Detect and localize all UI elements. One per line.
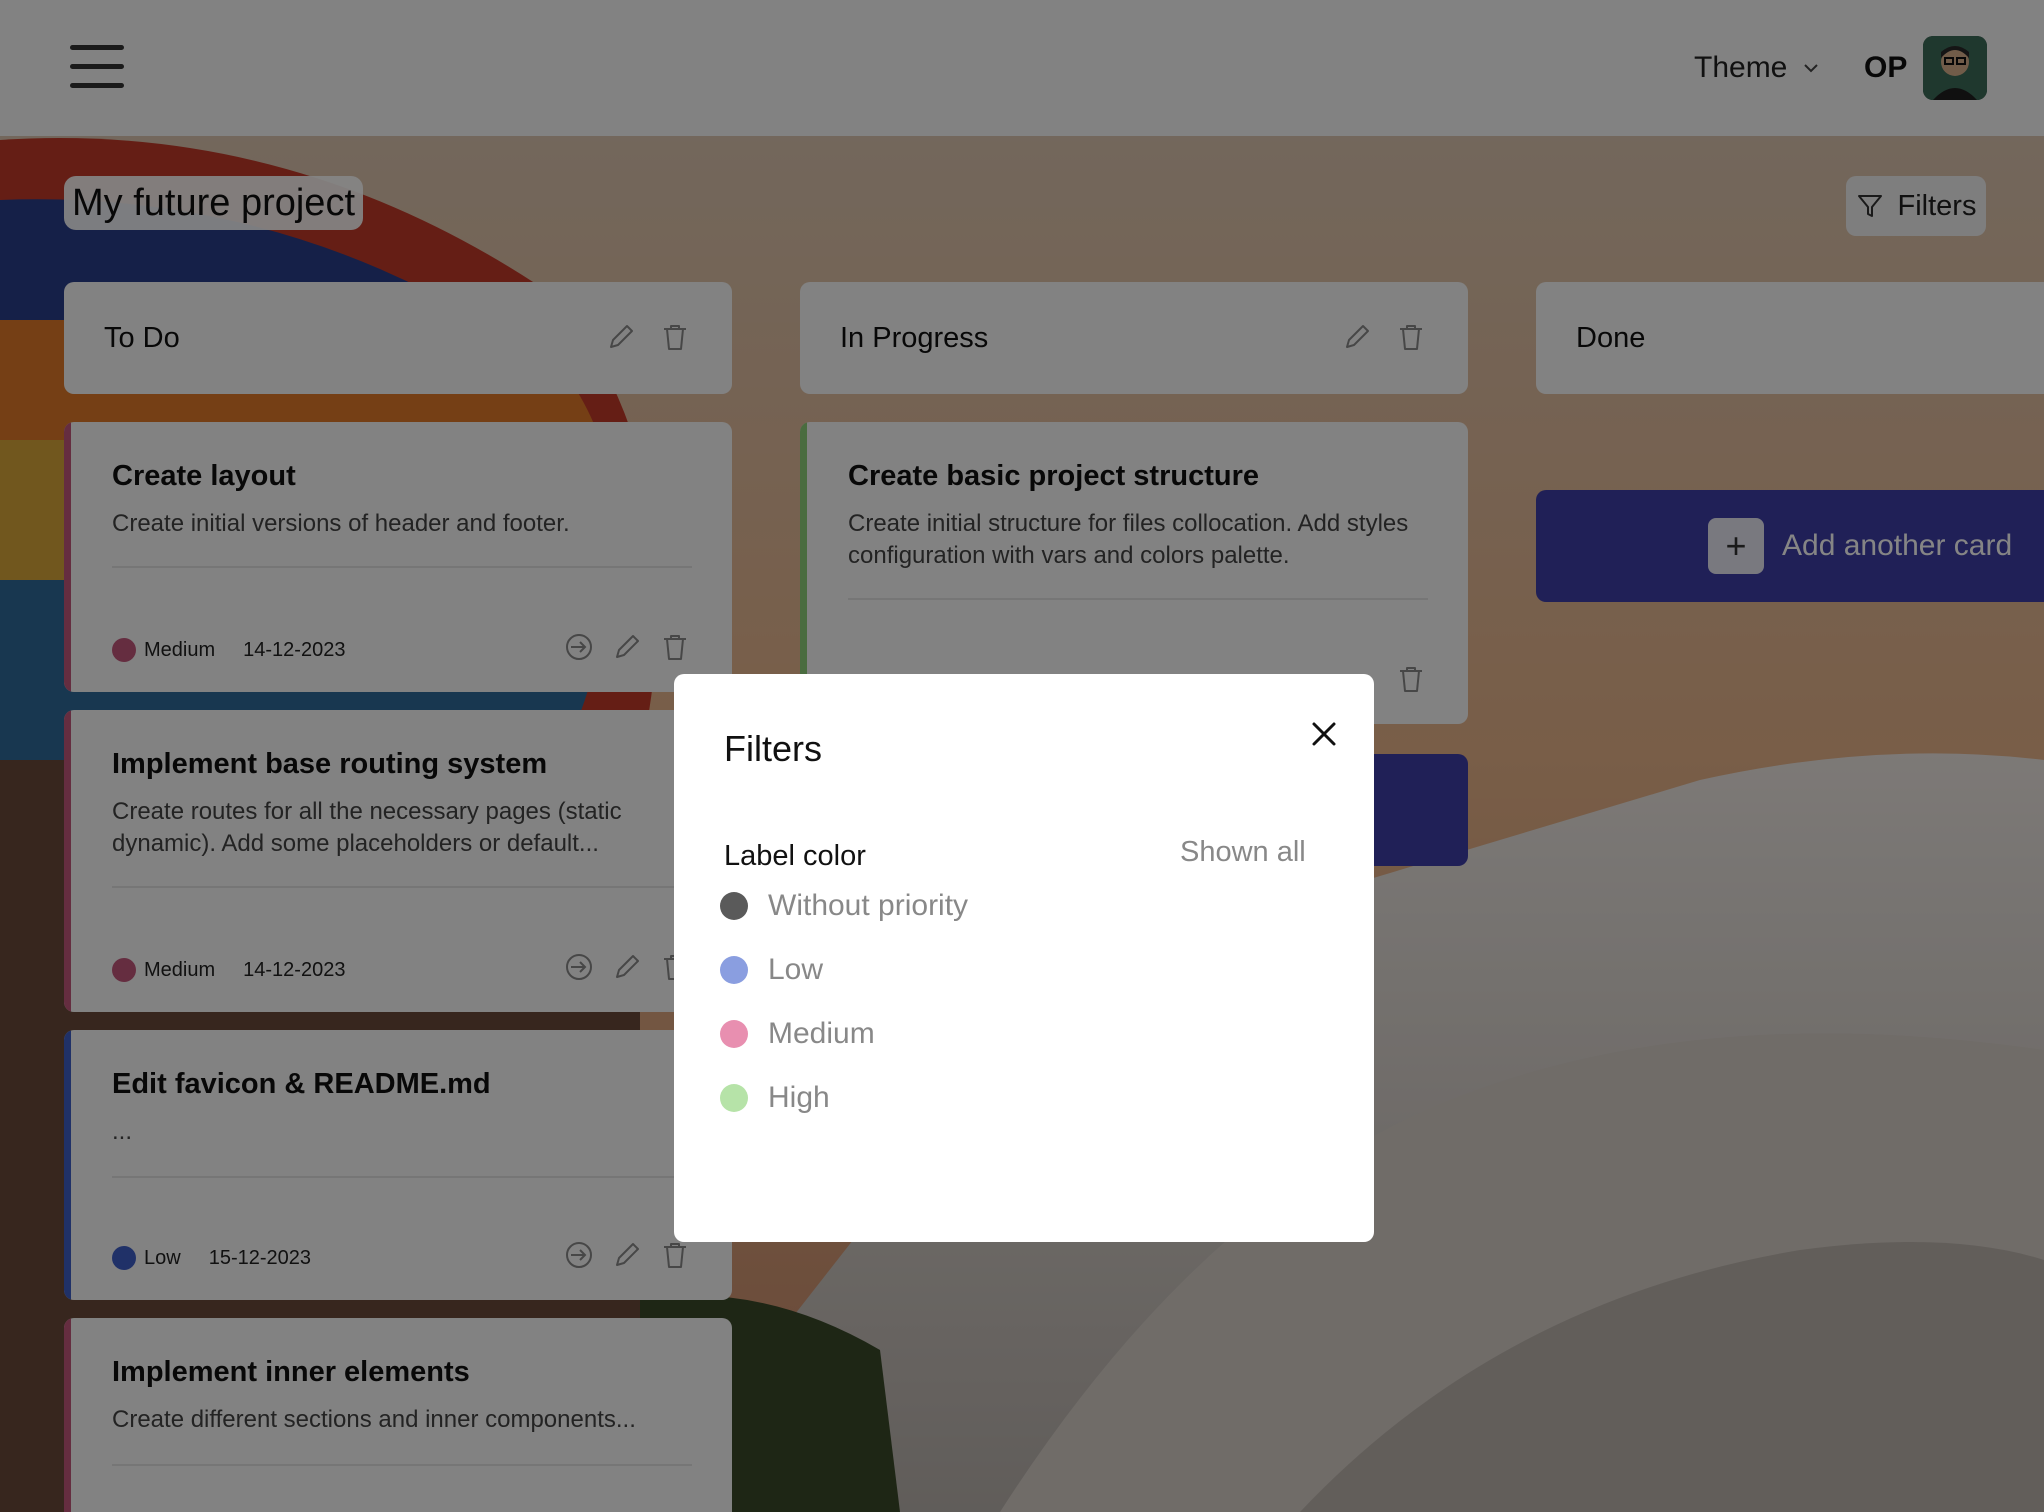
filter-option-label: Low <box>768 953 824 986</box>
color-dot <box>720 956 748 984</box>
close-button[interactable] <box>1302 712 1346 756</box>
filter-option-medium[interactable]: Medium <box>720 1012 875 1056</box>
filter-option-high[interactable]: High <box>720 1076 830 1120</box>
shown-all-toggle[interactable]: Shown all <box>1180 836 1306 869</box>
color-dot <box>720 892 748 920</box>
label-color-heading: Label color <box>724 840 866 872</box>
color-dot <box>720 1084 748 1112</box>
filter-option-without-priority[interactable]: Without priority <box>720 884 968 928</box>
modal-title: Filters <box>724 728 822 769</box>
color-dot <box>720 1020 748 1048</box>
filter-option-label: Without priority <box>768 889 969 922</box>
close-icon <box>1312 722 1336 746</box>
filter-option-label: High <box>768 1081 830 1114</box>
filter-option-label: Medium <box>768 1017 875 1050</box>
filters-modal: Filters Label color Shown all Without pr… <box>674 674 1374 1242</box>
filter-option-low[interactable]: Low <box>720 948 823 992</box>
